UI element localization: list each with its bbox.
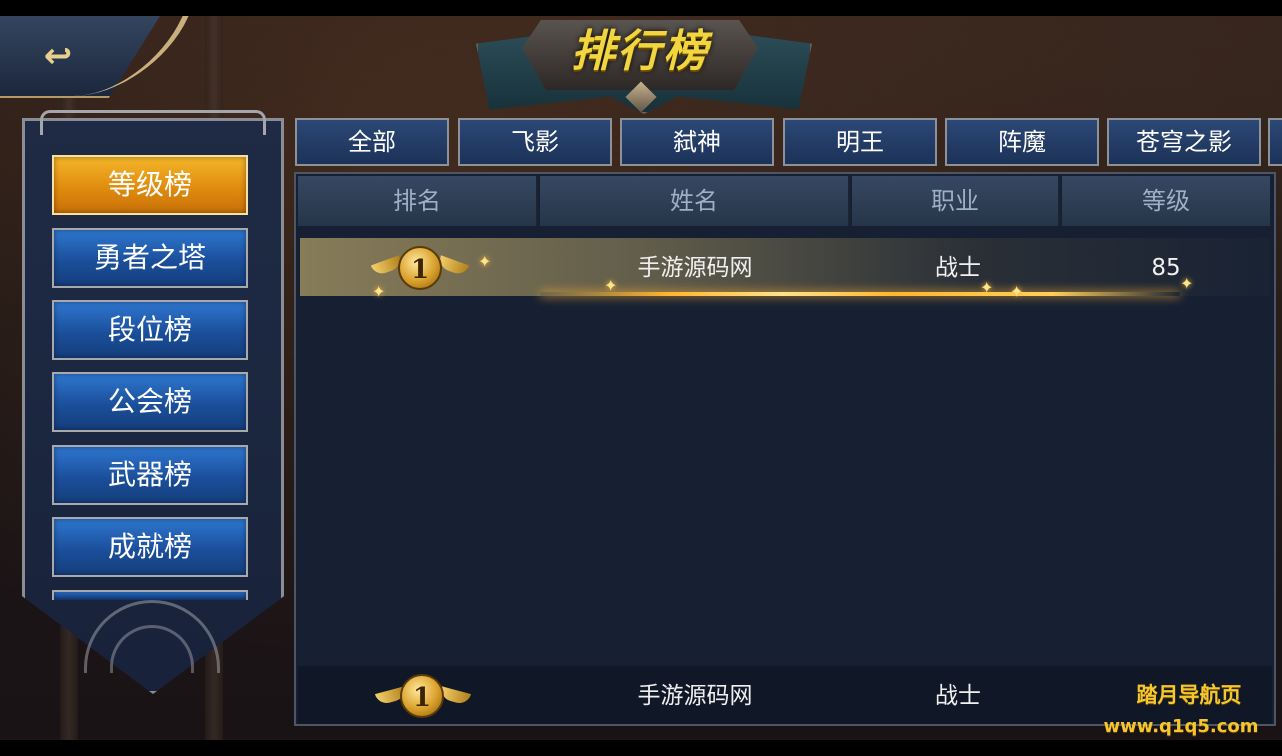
tab-feiying[interactable]: 飞影 bbox=[458, 118, 612, 166]
player-name: 手游源码网 bbox=[637, 255, 753, 281]
sidebar-top-ornament bbox=[40, 110, 266, 135]
my-name: 手游源码网 bbox=[637, 683, 753, 709]
sidebar-item-more[interactable] bbox=[52, 590, 248, 600]
column-header-rank: 排名 bbox=[298, 176, 538, 226]
column-header-name: 姓名 bbox=[540, 176, 850, 226]
sparkle-icon: ✦ bbox=[478, 252, 492, 271]
tab-shishen[interactable]: 弑神 bbox=[620, 118, 774, 166]
my-rank-medal-icon: 1 bbox=[400, 674, 444, 718]
tab-all[interactable]: 全部 bbox=[295, 118, 449, 166]
sidebar-item-weapon[interactable]: 武器榜 bbox=[52, 445, 248, 505]
my-class: 战士 bbox=[935, 683, 981, 709]
sparkle-icon: ✦ bbox=[372, 282, 386, 301]
sidebar-item-achievement[interactable]: 成就榜 bbox=[52, 517, 248, 577]
watermark-url: www.q1q5.com bbox=[1103, 716, 1259, 737]
tab-mingwang[interactable]: 明王 bbox=[783, 118, 937, 166]
row-glow-effect bbox=[540, 292, 1180, 296]
tab-cangqiong[interactable]: 苍穹之影 bbox=[1107, 118, 1261, 166]
column-header-level: 等级 bbox=[1062, 176, 1270, 226]
sidebar-item-level[interactable]: 等级榜 bbox=[52, 155, 248, 215]
column-header-class: 职业 bbox=[852, 176, 1060, 226]
watermark-title: 踏月导航页 bbox=[1136, 683, 1242, 707]
rank-medal-icon: 1 bbox=[398, 246, 442, 290]
sidebar-item-rank-tier[interactable]: 段位榜 bbox=[52, 300, 248, 360]
sparkle-icon: ✦ bbox=[1010, 282, 1024, 301]
back-arrow-icon[interactable]: ↩ bbox=[28, 38, 88, 74]
player-level: 85 bbox=[1151, 255, 1181, 281]
sidebar-item-guild[interactable]: 公会榜 bbox=[52, 372, 248, 432]
tab-zhenmo[interactable]: 阵魔 bbox=[945, 118, 1099, 166]
game-screen: ↩ 排行榜 等级榜 勇者之塔 段位榜 公会榜 武器榜 成就榜 全部 飞影 弑神 … bbox=[0, 0, 1282, 756]
page-title: 排行榜 bbox=[571, 26, 709, 77]
letterbox-top bbox=[0, 0, 1282, 16]
sidebar-item-tower[interactable]: 勇者之塔 bbox=[52, 228, 248, 288]
letterbox-bottom bbox=[0, 740, 1282, 756]
player-class: 战士 bbox=[935, 255, 981, 281]
tab-overflow[interactable] bbox=[1268, 118, 1282, 166]
